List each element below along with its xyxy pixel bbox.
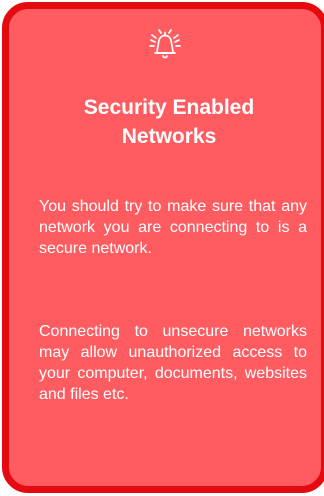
security-info-card: Security Enabled Networks You should try…	[2, 2, 324, 493]
card-title-line-1: Security Enabled	[83, 96, 255, 119]
card-title-line-2: Networks	[121, 125, 217, 148]
paragraph-unsecure-risk: Connecting to unsecure net­works may all…	[39, 323, 307, 403]
paragraph-secure-network: You should try to make sure that any net…	[39, 198, 307, 257]
card-title: Security Enabled Networks	[23, 93, 315, 151]
bell-alert-icon	[9, 27, 321, 65]
